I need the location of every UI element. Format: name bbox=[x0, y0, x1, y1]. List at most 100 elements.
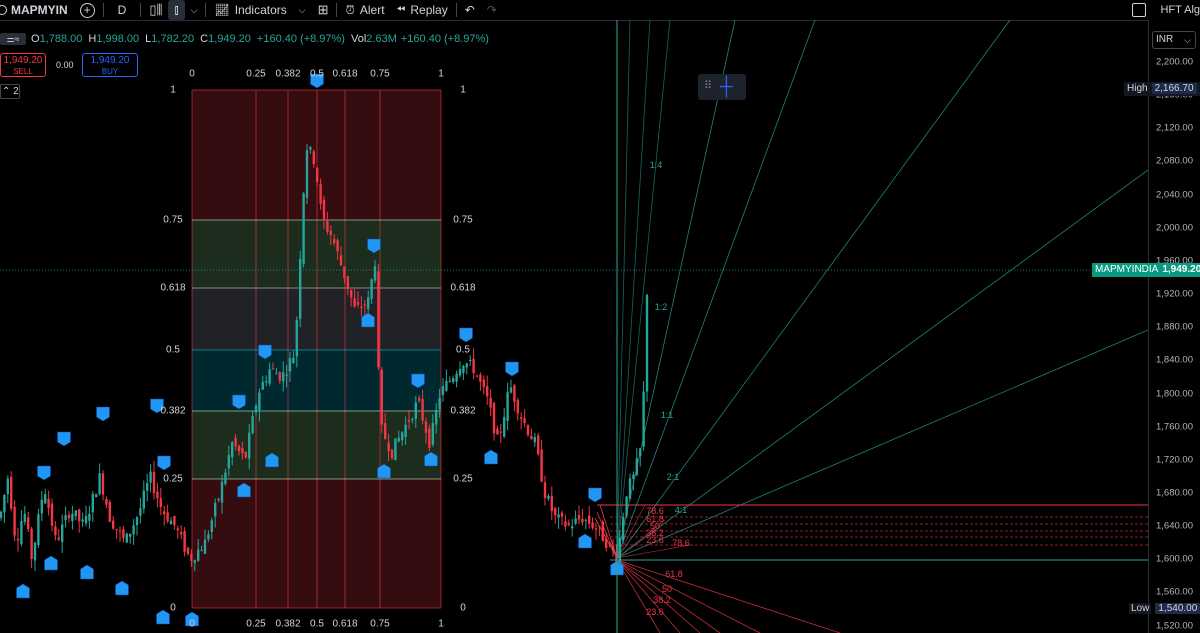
indicator-collapse-button[interactable]: ⌃ 2 bbox=[0, 84, 20, 99]
fib-level-label: 1 bbox=[438, 68, 444, 80]
candle-body bbox=[316, 167, 319, 182]
high-value: 1,998.00 bbox=[96, 33, 140, 45]
current-symbol-label: MAPMYINDIA bbox=[1095, 264, 1159, 275]
signal-marker bbox=[588, 487, 602, 503]
candle-body bbox=[271, 368, 275, 370]
low-price-badge: Low 1,540.00 bbox=[1126, 602, 1200, 616]
candle-body bbox=[282, 372, 285, 382]
legend-toggle[interactable]: ⚌≈ bbox=[0, 33, 26, 45]
candle-body bbox=[248, 432, 251, 459]
floating-drawing-toolbar[interactable]: ⠿ ┼ bbox=[698, 74, 746, 100]
fan-ratio-label: 50 bbox=[661, 584, 673, 594]
currency-selector[interactable]: INR ⌵ bbox=[1152, 31, 1196, 49]
candle-body bbox=[479, 374, 482, 382]
fib-fan-line bbox=[596, 511, 618, 559]
candle-body bbox=[513, 385, 516, 402]
candle-body bbox=[129, 533, 132, 537]
fan-ratio-label: 61.8 bbox=[665, 569, 683, 579]
signal-marker bbox=[484, 449, 498, 465]
open-label: O bbox=[31, 33, 40, 45]
candle-body bbox=[373, 266, 377, 281]
candle-body bbox=[428, 428, 431, 448]
signal-marker bbox=[44, 555, 58, 571]
sell-button[interactable]: 1,949.20 SELL bbox=[0, 53, 46, 77]
candle-body bbox=[275, 373, 278, 375]
candle-body bbox=[88, 513, 91, 521]
candle-body bbox=[431, 422, 434, 445]
candle-body bbox=[611, 545, 615, 552]
candle-body bbox=[78, 509, 81, 522]
high-badge-value: 2,166.70 bbox=[1151, 83, 1197, 94]
sell-price: 1,949.20 bbox=[3, 55, 43, 66]
price-tick-label: 1,640.00 bbox=[1156, 520, 1193, 532]
candle-body bbox=[584, 519, 587, 521]
current-price-value: 1,949.20 bbox=[1162, 264, 1200, 275]
candle-body bbox=[367, 297, 370, 309]
signal-marker bbox=[578, 533, 592, 549]
candle-body bbox=[571, 526, 574, 529]
candle-body bbox=[40, 499, 43, 514]
candle-body bbox=[132, 525, 135, 535]
candle-body bbox=[632, 474, 635, 479]
candle-body bbox=[244, 452, 247, 458]
currency-label: INR bbox=[1156, 34, 1174, 45]
fib-level-label: 0.5 bbox=[310, 618, 324, 630]
candle-body bbox=[292, 357, 295, 364]
crosshair-icon[interactable]: ┼ bbox=[720, 76, 733, 97]
candle-body bbox=[54, 526, 57, 536]
candle-body bbox=[84, 516, 88, 524]
candle-body bbox=[312, 151, 315, 164]
high-price-badge: High 2,166.70 bbox=[1124, 82, 1200, 96]
candle-body bbox=[0, 511, 3, 518]
candle-body bbox=[384, 423, 387, 439]
candle-body bbox=[628, 478, 632, 499]
candle-body bbox=[278, 372, 281, 381]
candle-body bbox=[482, 379, 485, 387]
candle-body bbox=[465, 363, 468, 368]
spread-value: 0.00 bbox=[56, 60, 74, 70]
candle-body bbox=[448, 380, 451, 382]
candle-body bbox=[169, 520, 173, 525]
candle-body bbox=[540, 449, 543, 482]
buy-button[interactable]: 1,949.20 BUY bbox=[82, 53, 138, 77]
buy-label: BUY bbox=[101, 67, 119, 76]
candle-body bbox=[441, 386, 445, 395]
candle-body bbox=[601, 521, 604, 542]
signal-marker bbox=[115, 580, 129, 596]
price-tick-label: 1,840.00 bbox=[1156, 354, 1193, 366]
candle-body bbox=[339, 255, 343, 266]
signal-marker bbox=[57, 431, 71, 447]
candle-body bbox=[411, 418, 414, 420]
signal-marker bbox=[80, 564, 94, 580]
candle-body bbox=[30, 528, 33, 560]
chevron-down-icon: ⌵ bbox=[1184, 35, 1191, 45]
candle-body bbox=[214, 502, 217, 517]
candle-body bbox=[149, 471, 152, 483]
fib-level-label: 0.5 bbox=[456, 344, 470, 356]
candle-body bbox=[309, 147, 312, 150]
candle-body bbox=[61, 524, 64, 542]
candle-body bbox=[261, 382, 264, 390]
ohlc-legend: ⚌≈ O 1,788.00 H 1,998.00 L 1,782.20 C 1,949.… bbox=[0, 33, 495, 45]
candle-body bbox=[499, 431, 502, 433]
candle-body bbox=[101, 473, 105, 495]
candle-body bbox=[251, 416, 254, 434]
candle-body bbox=[509, 387, 513, 393]
candle-body bbox=[319, 183, 322, 204]
candle-body bbox=[13, 506, 16, 536]
candle-body bbox=[27, 517, 30, 530]
fib-level-label: 0.5 bbox=[166, 344, 180, 356]
candle-body bbox=[414, 402, 417, 419]
drag-handle-icon[interactable]: ⠿ bbox=[704, 79, 712, 92]
candle-body bbox=[16, 538, 20, 541]
candle-body bbox=[591, 522, 594, 528]
candle-body bbox=[285, 374, 288, 376]
candle-body bbox=[91, 493, 94, 513]
candle-body bbox=[353, 298, 356, 307]
candle-body bbox=[3, 494, 6, 513]
candle-body bbox=[44, 494, 47, 504]
fib-level-label: 0.75 bbox=[370, 618, 390, 630]
open-value: 1,788.00 bbox=[39, 33, 83, 45]
signal-marker bbox=[505, 361, 519, 377]
candle-body bbox=[588, 515, 591, 524]
